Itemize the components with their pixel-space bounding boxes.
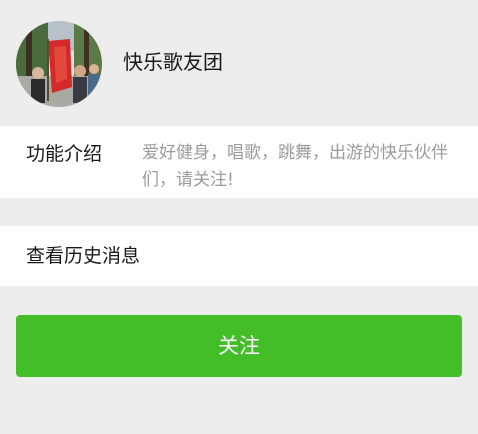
intro-section: 功能介绍 爱好健身，唱歌，跳舞，出游的快乐伙伴们，请关注! [0, 126, 478, 198]
intro-text: 爱好健身，唱歌，跳舞，出游的快乐伙伴们，请关注! [142, 143, 448, 190]
follow-button[interactable]: 关注 [16, 315, 462, 377]
group-photo-avatar-icon [16, 21, 102, 107]
avatar[interactable] [16, 21, 102, 107]
account-name: 快乐歌友团 [123, 50, 223, 74]
history-messages-label: 查看历史消息 [26, 245, 141, 267]
profile-header: 快乐歌友团 [0, 0, 478, 126]
intro-label: 功能介绍 [26, 143, 103, 165]
history-messages-row[interactable]: 查看历史消息 [0, 226, 478, 286]
